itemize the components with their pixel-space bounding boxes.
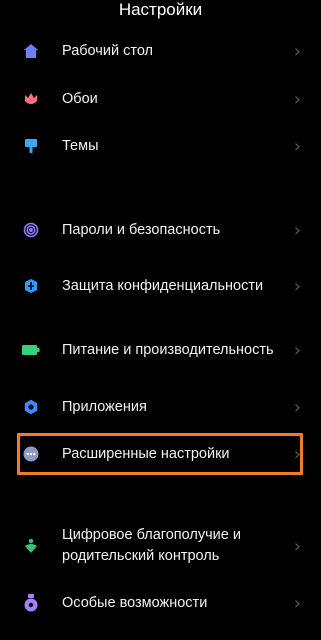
settings-item-label: Расширенные настройки — [62, 445, 230, 462]
chevron-right-icon: › — [293, 339, 301, 361]
settings-item-label: Особые возможности — [62, 594, 208, 611]
settings-item-desktop[interactable]: Рабочий стол › — [0, 36, 321, 66]
privacy-shield-icon — [22, 277, 40, 295]
chevron-right-icon: › — [293, 275, 301, 297]
chevron-right-icon: › — [293, 135, 301, 157]
settings-item-power-performance[interactable]: Питание и производительность › — [0, 329, 321, 371]
settings-item-label: Цифровое благополучие и родительский кон… — [62, 527, 241, 564]
settings-item-passwords-security[interactable]: Пароли и безопасность › — [0, 215, 321, 245]
chevron-right-icon: › — [293, 443, 301, 465]
chevron-right-icon: › — [293, 535, 301, 557]
tulip-icon — [22, 90, 40, 108]
chevron-right-icon: › — [293, 396, 301, 418]
more-dots-icon — [22, 445, 40, 463]
chevron-right-icon: › — [293, 88, 301, 110]
wellbeing-icon — [22, 537, 40, 555]
chevron-right-icon: › — [293, 219, 301, 241]
accessibility-icon — [22, 594, 40, 612]
settings-item-accessibility[interactable]: Особые возможности › — [0, 588, 321, 618]
settings-item-label: Пароли и безопасность — [62, 221, 221, 238]
settings-item-label: Обои — [62, 90, 98, 107]
settings-item-label: Питание и производительность — [62, 341, 274, 358]
page-title: Настройки — [118, 0, 203, 19]
chevron-right-icon: › — [293, 592, 301, 614]
settings-item-digital-wellbeing[interactable]: Цифровое благополучие и родительский кон… — [0, 525, 321, 567]
settings-item-privacy[interactable]: Защита конфиденциальности › — [0, 265, 321, 307]
settings-item-label: Рабочий стол — [62, 42, 154, 59]
home-icon — [22, 42, 40, 60]
battery-icon — [22, 341, 40, 359]
brush-icon — [22, 137, 40, 155]
settings-item-apps[interactable]: Приложения › — [0, 392, 321, 422]
fingerprint-icon — [22, 221, 40, 239]
settings-item-themes[interactable]: Темы › — [0, 131, 321, 161]
settings-item-label: Темы — [62, 137, 99, 154]
settings-item-advanced[interactable]: Расширенные настройки › — [0, 439, 321, 469]
settings-item-label: Приложения — [62, 398, 147, 415]
settings-item-wallpaper[interactable]: Обои › — [0, 84, 321, 114]
gear-icon — [22, 398, 40, 416]
settings-item-label: Защита конфиденциальности — [62, 277, 264, 294]
chevron-right-icon: › — [293, 40, 301, 62]
